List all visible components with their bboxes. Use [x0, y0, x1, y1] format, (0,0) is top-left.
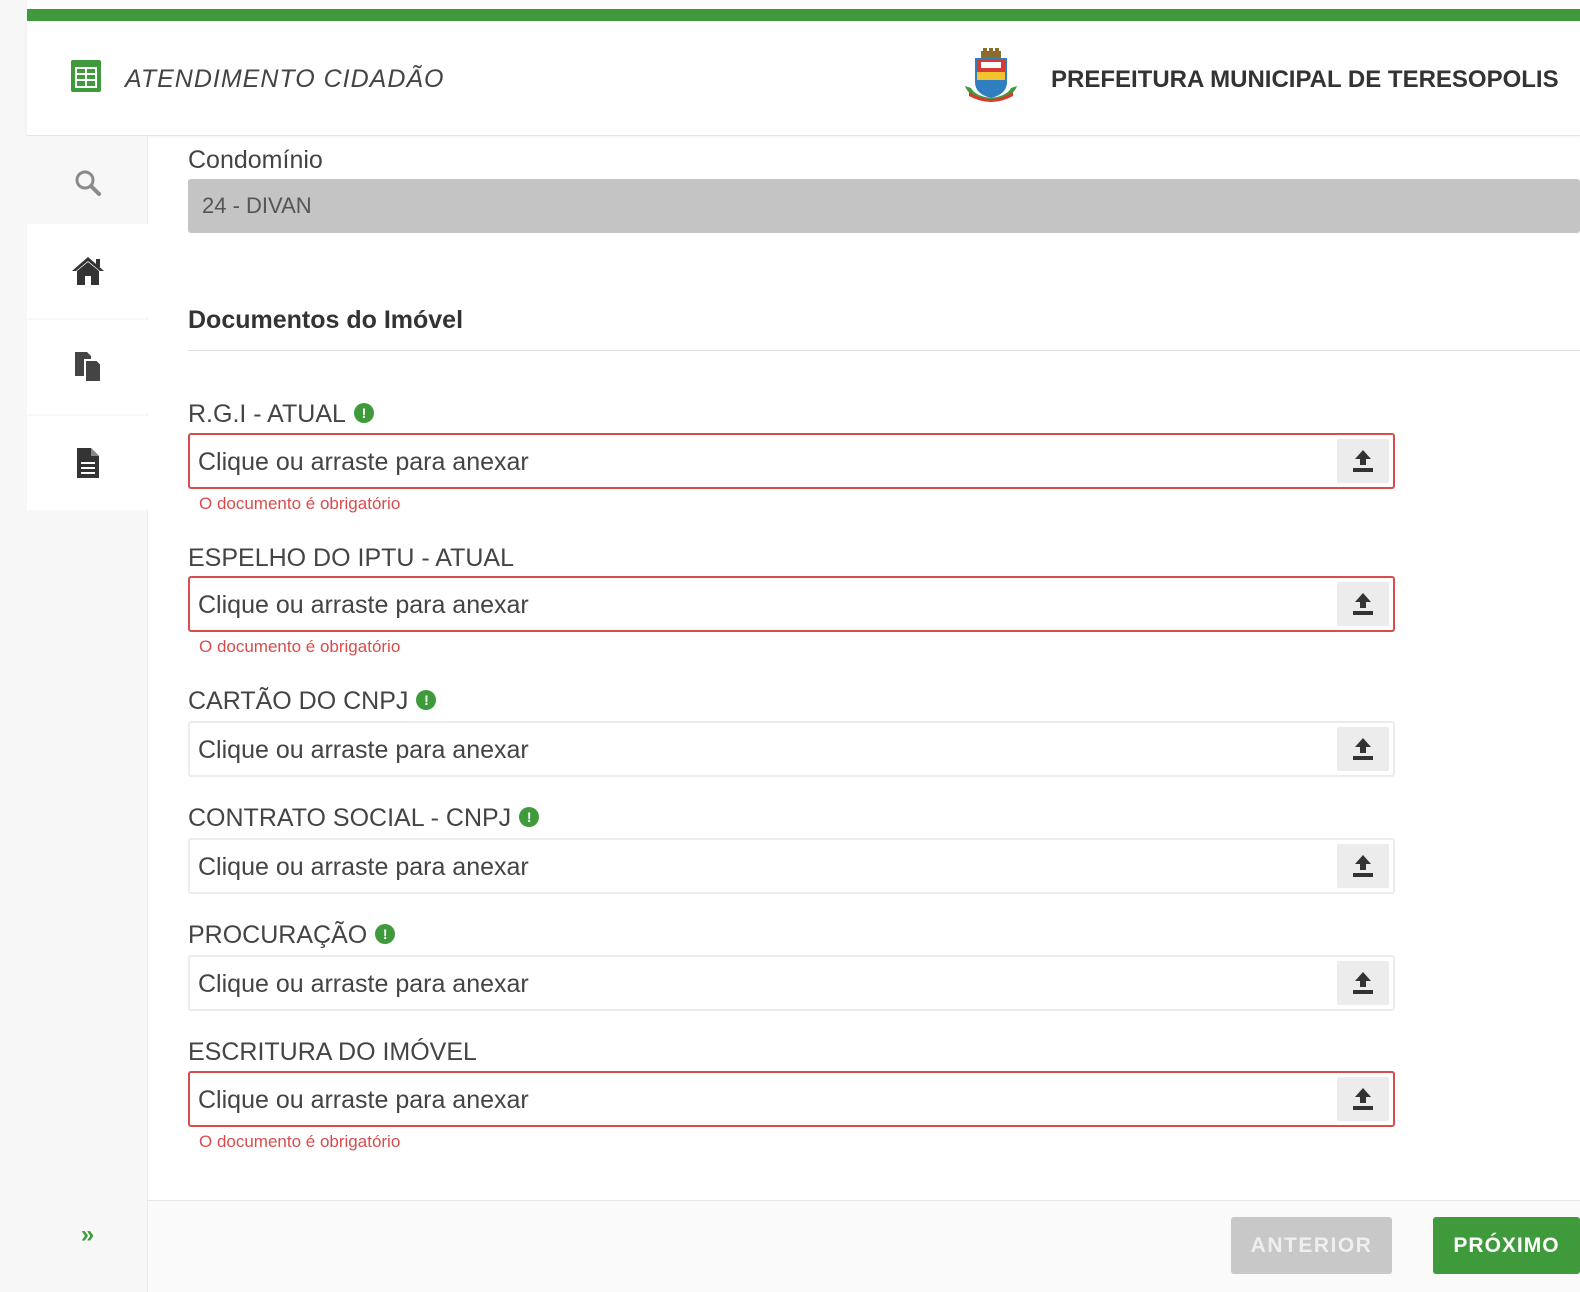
info-icon[interactable]: !	[353, 403, 374, 424]
upload-icon	[1353, 972, 1373, 994]
doc-label-text: CONTRATO SOCIAL - CNPJ	[188, 804, 512, 832]
upload-placeholder: Clique ou arraste para anexar	[198, 736, 529, 764]
doc-label-iptu: ESPELHO DO IPTU - ATUAL	[188, 544, 514, 573]
upload-button[interactable]	[1337, 727, 1389, 771]
upload-icon	[1353, 593, 1373, 615]
doc-label-deed: ESCRITURA DO IMÓVEL	[188, 1038, 477, 1067]
upload-placeholder: Clique ou arraste para anexar	[198, 853, 529, 881]
city-title: PREFEITURA MUNICIPAL DE TERESOPOLIS	[1051, 66, 1559, 93]
upload-icon	[1353, 450, 1373, 472]
condo-field: 24 - DIVAN	[188, 179, 1580, 233]
doc-label-text: ESCRITURA DO IMÓVEL	[188, 1038, 477, 1066]
upload-button[interactable]	[1337, 844, 1389, 888]
error-message: O documento é obrigatório	[199, 494, 401, 513]
upload-button[interactable]	[1337, 439, 1389, 483]
condo-label: Condomínio	[188, 146, 323, 174]
upload-button[interactable]	[1337, 582, 1389, 626]
doc-label-text: CARTÃO DO CNPJ	[188, 687, 409, 715]
upload-icon	[1353, 1088, 1373, 1110]
upload-placeholder: Clique ou arraste para anexar	[198, 1086, 529, 1114]
error-message: O documento é obrigatório	[199, 1132, 401, 1151]
doc-label-social-contract: CONTRATO SOCIAL - CNPJ!	[188, 804, 540, 833]
upload-field-power-of-attorney[interactable]: Clique ou arraste para anexar	[188, 955, 1395, 1011]
upload-icon	[1353, 855, 1373, 877]
previous-button[interactable]: ANTERIOR	[1231, 1217, 1392, 1274]
form-footer: ANTERIOR PRÓXIMO	[148, 1200, 1580, 1292]
screen: ATENDIMENTO CIDADÃO PREFEITURA MUNICIPAL…	[0, 0, 1580, 1292]
sidebar-item-file[interactable]	[27, 416, 148, 510]
upload-button[interactable]	[1337, 1077, 1389, 1121]
upload-placeholder: Clique ou arraste para anexar	[198, 591, 529, 619]
doc-label-cnpj-card: CARTÃO DO CNPJ!	[188, 687, 437, 716]
sidebar: »	[27, 136, 148, 1292]
sidebar-expand-button[interactable]: »	[27, 1210, 148, 1260]
city-crest-icon	[965, 48, 1017, 102]
next-button[interactable]: PRÓXIMO	[1433, 1217, 1580, 1274]
form-content: Condomínio 24 - DIVAN Documentos do Imóv…	[148, 136, 1580, 1200]
doc-label-text: PROCURAÇÃO	[188, 921, 368, 949]
condo-value: 24 - DIVAN	[202, 193, 312, 218]
sidebar-item-search[interactable]	[27, 136, 148, 230]
app-header: ATENDIMENTO CIDADÃO PREFEITURA MUNICIPAL…	[27, 21, 1580, 136]
sidebar-item-home[interactable]	[27, 224, 148, 318]
upload-field-social-contract[interactable]: Clique ou arraste para anexar	[188, 838, 1395, 894]
section-divider	[188, 350, 1580, 351]
doc-label-rgi: R.G.I - ATUAL!	[188, 400, 374, 429]
upload-field-deed[interactable]: Clique ou arraste para anexar	[188, 1071, 1395, 1127]
table-icon	[71, 60, 101, 92]
upload-field-rgi[interactable]: Clique ou arraste para anexar	[188, 433, 1395, 489]
section-title: Documentos do Imóvel	[188, 306, 464, 334]
doc-label-text: R.G.I - ATUAL	[188, 400, 346, 428]
upload-field-cnpj-card[interactable]: Clique ou arraste para anexar	[188, 721, 1395, 777]
upload-placeholder: Clique ou arraste para anexar	[198, 970, 529, 998]
sidebar-item-documents[interactable]	[27, 320, 148, 414]
info-icon[interactable]: !	[375, 924, 396, 945]
top-accent-bar	[27, 9, 1580, 21]
upload-button[interactable]	[1337, 961, 1389, 1005]
error-message: O documento é obrigatório	[199, 637, 401, 656]
doc-label-text: ESPELHO DO IPTU - ATUAL	[188, 544, 515, 572]
doc-label-power-of-attorney: PROCURAÇÃO!	[188, 921, 396, 950]
copy-documents-icon	[74, 352, 102, 383]
upload-icon	[1353, 738, 1373, 760]
upload-placeholder: Clique ou arraste para anexar	[198, 448, 529, 476]
file-icon	[76, 448, 99, 478]
outer-margin	[0, 0, 27, 1292]
upload-field-iptu[interactable]: Clique ou arraste para anexar	[188, 576, 1395, 632]
search-icon	[75, 170, 101, 196]
info-icon[interactable]: !	[416, 690, 437, 711]
home-icon	[71, 257, 104, 285]
info-icon[interactable]: !	[519, 807, 540, 828]
app-title: ATENDIMENTO CIDADÃO	[125, 65, 445, 93]
